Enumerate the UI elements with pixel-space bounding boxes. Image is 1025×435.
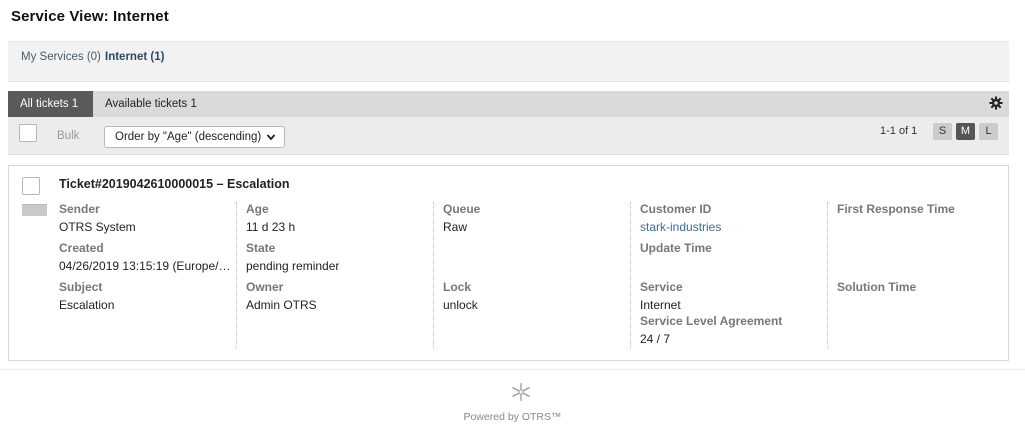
- sender-label: Sender: [59, 202, 100, 216]
- queue-label: Queue: [443, 202, 481, 216]
- view-size-large-button[interactable]: L: [979, 123, 998, 140]
- ticket-item: Ticket#2019042610000015 – Escalation Sen…: [8, 165, 1009, 361]
- view-size-small-button[interactable]: S: [933, 123, 952, 140]
- customer-id-link[interactable]: stark-industries: [640, 220, 721, 234]
- ticket-column-customer: Customer ID stark-industries Update Time…: [640, 202, 828, 348]
- age-value: 11 d 23 h: [246, 220, 296, 234]
- ticket-title-link[interactable]: Ticket#2019042610000015 – Escalation: [59, 177, 290, 191]
- bulk-action-link[interactable]: Bulk: [57, 130, 79, 142]
- ticket-column-sender: Sender OTRS System Created 04/26/2019 13…: [59, 202, 237, 348]
- sender-value: OTRS System: [59, 220, 136, 234]
- select-all-checkbox[interactable]: [19, 124, 37, 142]
- page-title: Service View: Internet: [11, 8, 169, 25]
- gear-icon[interactable]: [989, 96, 1003, 110]
- update-time-label: Update Time: [640, 241, 712, 255]
- first-response-time-label: First Response Time: [837, 202, 955, 216]
- chevron-down-icon: [266, 134, 276, 141]
- created-label: Created: [59, 241, 104, 255]
- sla-value: 24 / 7: [640, 332, 671, 346]
- owner-value: Admin OTRS: [246, 298, 317, 312]
- sla-label: Service Level Agreement: [640, 314, 783, 328]
- view-size-medium-button[interactable]: M: [956, 123, 975, 140]
- service-filter-bar: My Services (0) Internet (1): [8, 41, 1009, 82]
- order-by-select[interactable]: Order by "Age" (descending): [104, 126, 285, 148]
- ticket-action-bar: Bulk Order by "Age" (descending) 1-1 of …: [8, 117, 1009, 155]
- priority-flag-icon: [22, 204, 47, 216]
- service-my-services[interactable]: My Services (0): [21, 51, 101, 63]
- age-label: Age: [246, 202, 269, 216]
- subject-label: Subject: [59, 280, 103, 294]
- subject-value: Escalation: [59, 298, 115, 312]
- footer-powered-by[interactable]: Powered by OTRS™: [0, 411, 1025, 423]
- ticket-filter-tabs: All tickets 1 Available tickets 1: [8, 91, 1009, 117]
- service-internet[interactable]: Internet (1): [105, 51, 164, 63]
- otrs-logo-icon: [512, 383, 530, 401]
- tab-available-tickets[interactable]: Available tickets 1: [93, 91, 209, 117]
- order-by-value: Order by "Age" (descending): [115, 131, 262, 143]
- service-label: Service: [640, 280, 683, 294]
- customer-id-label: Customer ID: [640, 202, 712, 216]
- tab-all-tickets[interactable]: All tickets 1: [8, 91, 93, 117]
- service-value: Internet: [640, 298, 681, 312]
- ticket-column-times: First Response Time Solution Time: [837, 202, 1007, 348]
- created-value: 04/26/2019 13:15:19 (Europe/Berlin): [59, 259, 235, 273]
- state-label: State: [246, 241, 276, 255]
- owner-label: Owner: [246, 280, 284, 294]
- lock-label: Lock: [443, 280, 472, 294]
- solution-time-label: Solution Time: [837, 280, 917, 294]
- footer-divider: [0, 369, 1025, 370]
- state-value: pending reminder: [246, 259, 340, 273]
- queue-value: Raw: [443, 220, 468, 234]
- lock-value: unlock: [443, 298, 478, 312]
- ticket-column-age: Age 11 d 23 h State pending reminder Own…: [246, 202, 434, 348]
- ticket-column-queue: Queue Raw Lock unlock: [443, 202, 631, 348]
- ticket-select-checkbox[interactable]: [22, 177, 40, 195]
- pagination-info: 1-1 of 1: [880, 125, 918, 137]
